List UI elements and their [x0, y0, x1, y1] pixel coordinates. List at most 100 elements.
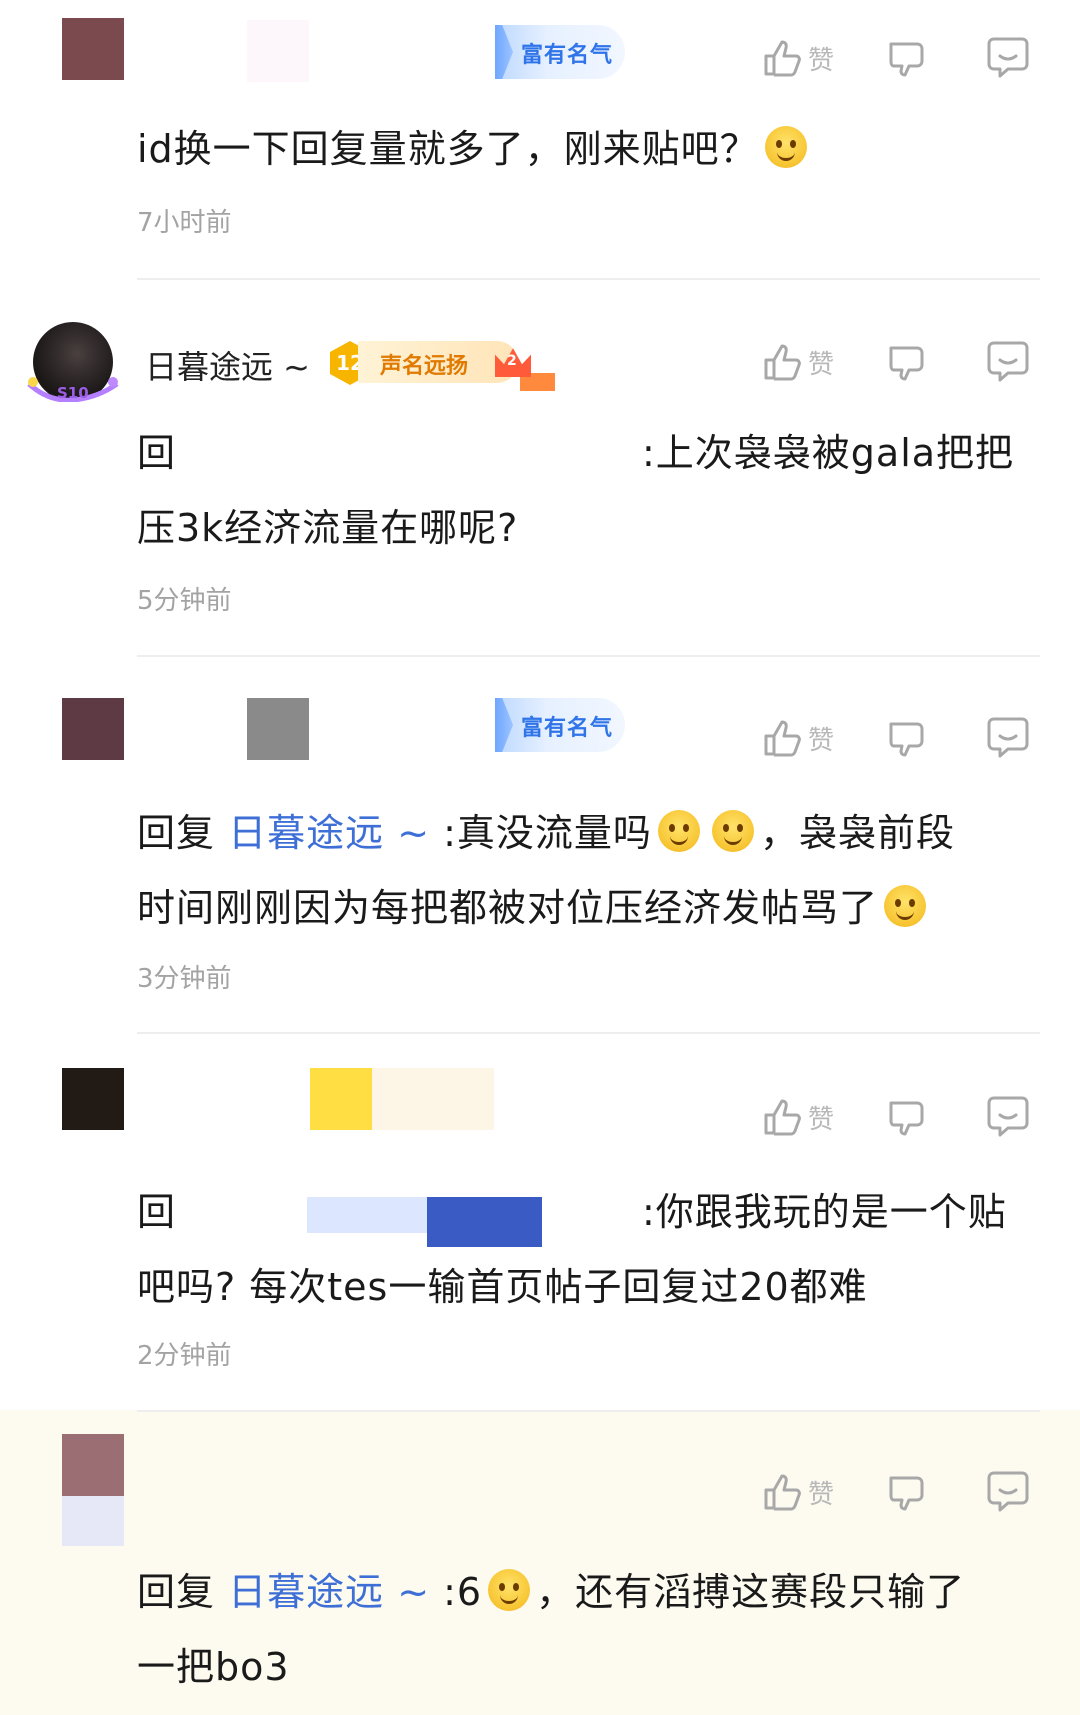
thumbs-up-icon — [764, 720, 801, 757]
smile-emoji-icon — [764, 126, 807, 168]
thumbs-down-icon — [889, 1476, 924, 1511]
reply-button[interactable] — [985, 332, 1031, 392]
reply-bubble-icon — [987, 37, 1029, 78]
like-label: 赞 — [808, 45, 835, 76]
redacted-username — [247, 698, 309, 760]
comment-body-line-2: 压3k经济流量在哪呢? — [137, 506, 519, 550]
badge-fuyou: 富有名气 — [495, 698, 625, 752]
username[interactable]: 日暮途远 ~ — [145, 342, 310, 388]
reply-button[interactable] — [985, 28, 1031, 88]
like-label: 赞 — [808, 725, 835, 756]
reply-word: 回复 — [137, 1570, 216, 1614]
comment-text: 回 :上次袅袅被gala把把 压3k经济流量在哪呢? — [137, 416, 1037, 566]
comment-line-1: 回复 日暮途远 ~ :6 ，还有滔搏这赛段只输了 — [137, 1555, 1037, 1630]
comment-body-line-2: 一把bo3 — [137, 1645, 290, 1689]
comment-body: :上次袅袅被gala把把 — [642, 431, 1015, 475]
reply-prefix: 回 — [137, 1190, 177, 1234]
comment-body-line-2: 吧吗? 每次tes一输首页帖子回复过20都难 — [137, 1265, 868, 1309]
dislike-button[interactable] — [885, 1462, 929, 1522]
avatar[interactable] — [62, 698, 124, 760]
like-label: 赞 — [808, 1104, 835, 1135]
comment-time: 3分钟前 — [137, 964, 232, 994]
smirk-emoji-icon — [884, 885, 927, 927]
comment-actions: 赞 — [760, 1462, 1040, 1522]
thumbs-up-icon — [764, 344, 801, 381]
comment-body: :6 — [443, 1570, 483, 1614]
avatar[interactable] — [62, 18, 124, 80]
like-button[interactable]: 赞 — [760, 1462, 834, 1522]
dislike-button[interactable] — [885, 332, 929, 392]
badge-label: 富有名气 — [521, 716, 614, 741]
comment-time: 2分钟前 — [137, 1341, 232, 1371]
redacted-badge — [372, 1068, 494, 1130]
comment-time: 5分钟前 — [137, 586, 232, 616]
comment-actions: 赞 — [760, 28, 1040, 88]
dislike-button[interactable] — [885, 708, 929, 768]
comment-line-2: 时间刚刚因为每把都被对位压经济发帖骂了 — [137, 871, 1037, 946]
badge-chevron-icon — [495, 25, 513, 79]
reply-button[interactable] — [985, 1087, 1031, 1147]
comment-line-1: 回复 日暮途远 ~ :真没流量吗 ，袅袅前段 — [137, 796, 1037, 871]
like-label: 赞 — [808, 1479, 835, 1510]
comment-line-1: 回 :你跟我玩的是一个贴 — [137, 1175, 1037, 1250]
thumbs-down-icon — [889, 722, 924, 757]
smile-emoji-icon — [657, 810, 700, 852]
redacted-mention — [427, 1197, 542, 1247]
badge-level: 12 声名远扬 2 — [330, 335, 555, 391]
thumbs-up-icon — [764, 40, 801, 77]
reply-bubble-icon — [987, 1096, 1029, 1137]
like-button[interactable]: 赞 — [760, 708, 834, 768]
comment-line-2: 吧吗? 每次tes一输首页帖子回复过20都难 — [137, 1250, 1037, 1325]
comment-body-cont: ，还有滔搏这赛段只输了 — [536, 1570, 966, 1614]
thumbs-down-icon — [889, 1101, 924, 1136]
comment-body: id换一下回复量就多了，刚来贴吧？ — [137, 127, 759, 171]
avatar[interactable] — [62, 1434, 124, 1496]
thumbs-up-icon — [764, 1474, 801, 1511]
comment-text: id换一下回复量就多了，刚来贴吧？ — [137, 112, 1037, 187]
mention-link[interactable]: 日暮途远 ~ — [228, 811, 430, 855]
avatar[interactable] — [62, 1068, 124, 1130]
comment-text: 回复 日暮途远 ~ :真没流量吗 ，袅袅前段 时间刚刚因为每把都被对位压经济发帖骂… — [137, 796, 1037, 946]
mention-link[interactable]: 日暮途远 ~ — [228, 1570, 430, 1614]
reply-bubble-icon — [987, 717, 1029, 758]
comment-body-line-2: 时间刚刚因为每把都被对位压经济发帖骂了 — [137, 886, 879, 930]
redacted-avatar-part — [62, 1496, 124, 1546]
thumbs-down-icon — [889, 346, 924, 381]
reply-button[interactable] — [985, 708, 1031, 768]
divider — [137, 1032, 1040, 1034]
divider — [137, 278, 1040, 280]
laugh-emoji-icon — [711, 810, 754, 852]
avatar-tag: S10 — [57, 384, 89, 402]
badge-fuyou: 富有名气 — [495, 25, 625, 79]
comment-body: :真没流量吗 — [443, 811, 652, 855]
comment-line-1: 回 :上次袅袅被gala把把 — [137, 416, 1037, 491]
divider — [137, 655, 1040, 657]
comment-body-cont: ，袅袅前段 — [759, 811, 955, 855]
like-button[interactable]: 赞 — [760, 28, 834, 88]
redacted-username — [247, 20, 309, 82]
smile-emoji-icon — [488, 1569, 531, 1611]
reply-bubble-icon — [987, 1471, 1029, 1512]
thumbs-down-icon — [889, 42, 924, 77]
dislike-button[interactable] — [885, 1087, 929, 1147]
badge-label: 声名远扬 — [380, 354, 469, 379]
reply-prefix: 回 — [137, 431, 177, 475]
reply-button[interactable] — [985, 1462, 1031, 1522]
like-label: 赞 — [808, 349, 835, 380]
thumbs-up-icon — [764, 1099, 801, 1136]
reply-bubble-icon — [987, 341, 1029, 382]
badge-chevron-icon — [495, 698, 513, 752]
redacted-username — [310, 1068, 372, 1130]
like-button[interactable]: 赞 — [760, 332, 834, 392]
comment-text: 回复 日暮途远 ~ :6 ，还有滔搏这赛段只输了 一把bo3 — [137, 1555, 1037, 1705]
divider — [137, 1410, 1040, 1412]
comment-time: 7小时前 — [137, 208, 232, 238]
comment-actions: 赞 — [760, 708, 1040, 768]
comment-actions: 赞 — [760, 332, 1040, 392]
redacted-mention — [307, 1197, 427, 1233]
badge-label: 富有名气 — [521, 43, 614, 68]
avatar[interactable]: S10 — [27, 322, 119, 402]
like-button[interactable]: 赞 — [760, 1087, 834, 1147]
dislike-button[interactable] — [885, 28, 929, 88]
comment-actions: 赞 — [760, 1087, 1040, 1147]
